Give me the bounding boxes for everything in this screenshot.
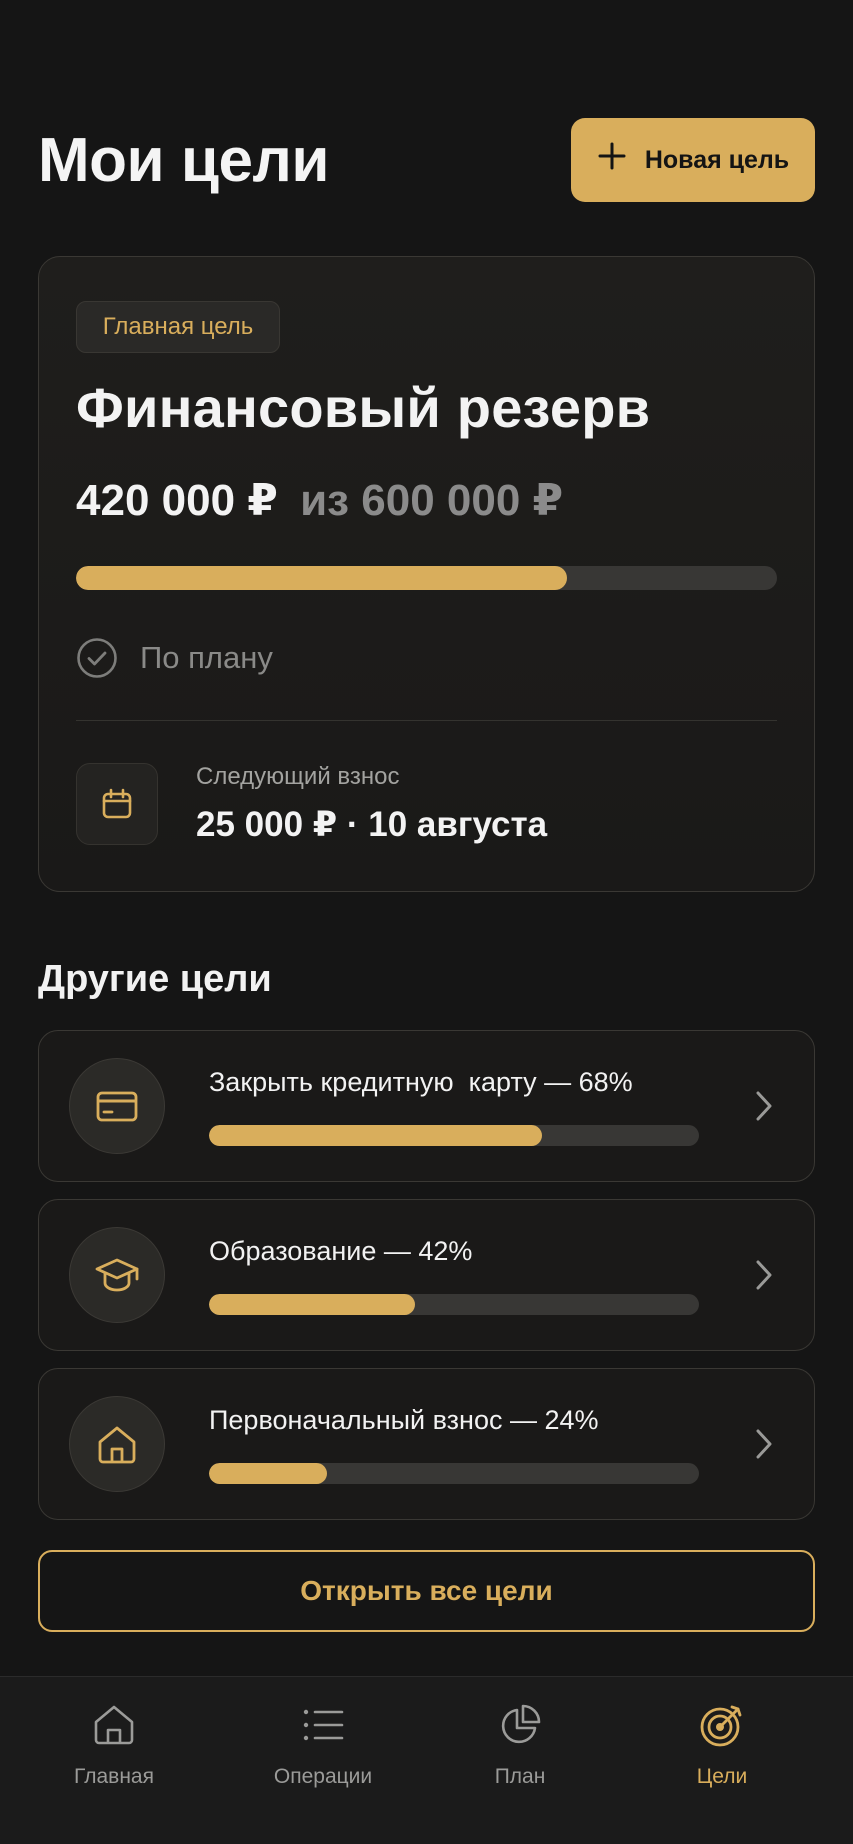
goal-progress-fill (209, 1125, 543, 1146)
amount-total: 600 000 ₽ (361, 476, 564, 525)
target-icon (698, 1697, 746, 1753)
goal-item-credit-card[interactable]: Закрыть кредитную карту — 68% (38, 1030, 815, 1182)
plus-icon (597, 138, 627, 178)
main-goal-name: Финансовый резерв (76, 376, 651, 439)
bottom-nav: Главная Операции План Цели (0, 1676, 853, 1844)
goal-progress (209, 1294, 699, 1315)
nav-item-goals[interactable]: Цели (632, 1697, 812, 1789)
chevron-right-icon (754, 1089, 774, 1128)
goal-item-down-payment[interactable]: Первоначальный взнос — 24% (38, 1368, 815, 1520)
nav-item-plan[interactable]: План (430, 1697, 610, 1789)
amount-of: из (300, 476, 350, 525)
new-goal-button[interactable]: Новая цель (571, 118, 815, 202)
credit-card-icon (69, 1058, 165, 1154)
check-circle-icon (76, 637, 118, 679)
goal-progress (209, 1463, 699, 1484)
next-payment-label: Следующий взнос (196, 763, 400, 790)
chevron-right-icon (754, 1427, 774, 1466)
list-icon (302, 1697, 344, 1753)
goal-progress-fill (209, 1294, 415, 1315)
status-row: По плану (76, 637, 273, 679)
graduation-cap-icon (69, 1227, 165, 1323)
goals-screen: Мои цели Новая цель Главная цель Финансо… (0, 0, 853, 1844)
main-goal-badge: Главная цель (76, 301, 280, 353)
main-goal-amount: 420 000 ₽ из 600 000 ₽ (76, 475, 563, 526)
nav-label: Цели (696, 1765, 748, 1788)
calendar-icon (76, 763, 158, 845)
main-goal-progress (76, 566, 777, 590)
next-payment-value: 25 000 ₽ · 10 августа (196, 805, 548, 844)
divider (76, 720, 777, 721)
goal-label: Образование — 42% (209, 1236, 473, 1266)
amount-current: 420 000 ₽ (76, 476, 278, 525)
page-title: Мои цели (38, 125, 329, 195)
status-text: По плану (140, 640, 273, 675)
nav-item-operations[interactable]: Операции (233, 1697, 413, 1789)
nav-label: Операции (273, 1765, 373, 1788)
next-payment: Следующий взнос 25 000 ₽ · 10 августа (76, 763, 547, 845)
home-icon (91, 1697, 137, 1753)
main-goal-card[interactable]: Главная цель Финансовый резерв 420 000 ₽… (38, 256, 815, 892)
nav-label: Главная (74, 1765, 154, 1788)
goal-label: Первоначальный взнос — 24% (209, 1405, 599, 1435)
nav-item-home[interactable]: Главная (24, 1697, 204, 1789)
chevron-right-icon (754, 1258, 774, 1297)
goal-progress (209, 1125, 699, 1146)
nav-label: План (494, 1765, 546, 1788)
goal-label: Закрыть кредитную карту — 68% (209, 1067, 633, 1097)
goal-progress-fill (209, 1463, 327, 1484)
header: Мои цели Новая цель (38, 118, 815, 202)
other-goals-title: Другие цели (38, 958, 272, 1000)
house-icon (69, 1396, 165, 1492)
main-goal-progress-fill (76, 566, 567, 590)
new-goal-label: Новая цель (644, 145, 790, 174)
pie-chart-icon (498, 1697, 542, 1753)
goal-item-education[interactable]: Образование — 42% (38, 1199, 815, 1351)
open-all-goals-button[interactable]: Открыть все цели (38, 1550, 815, 1632)
